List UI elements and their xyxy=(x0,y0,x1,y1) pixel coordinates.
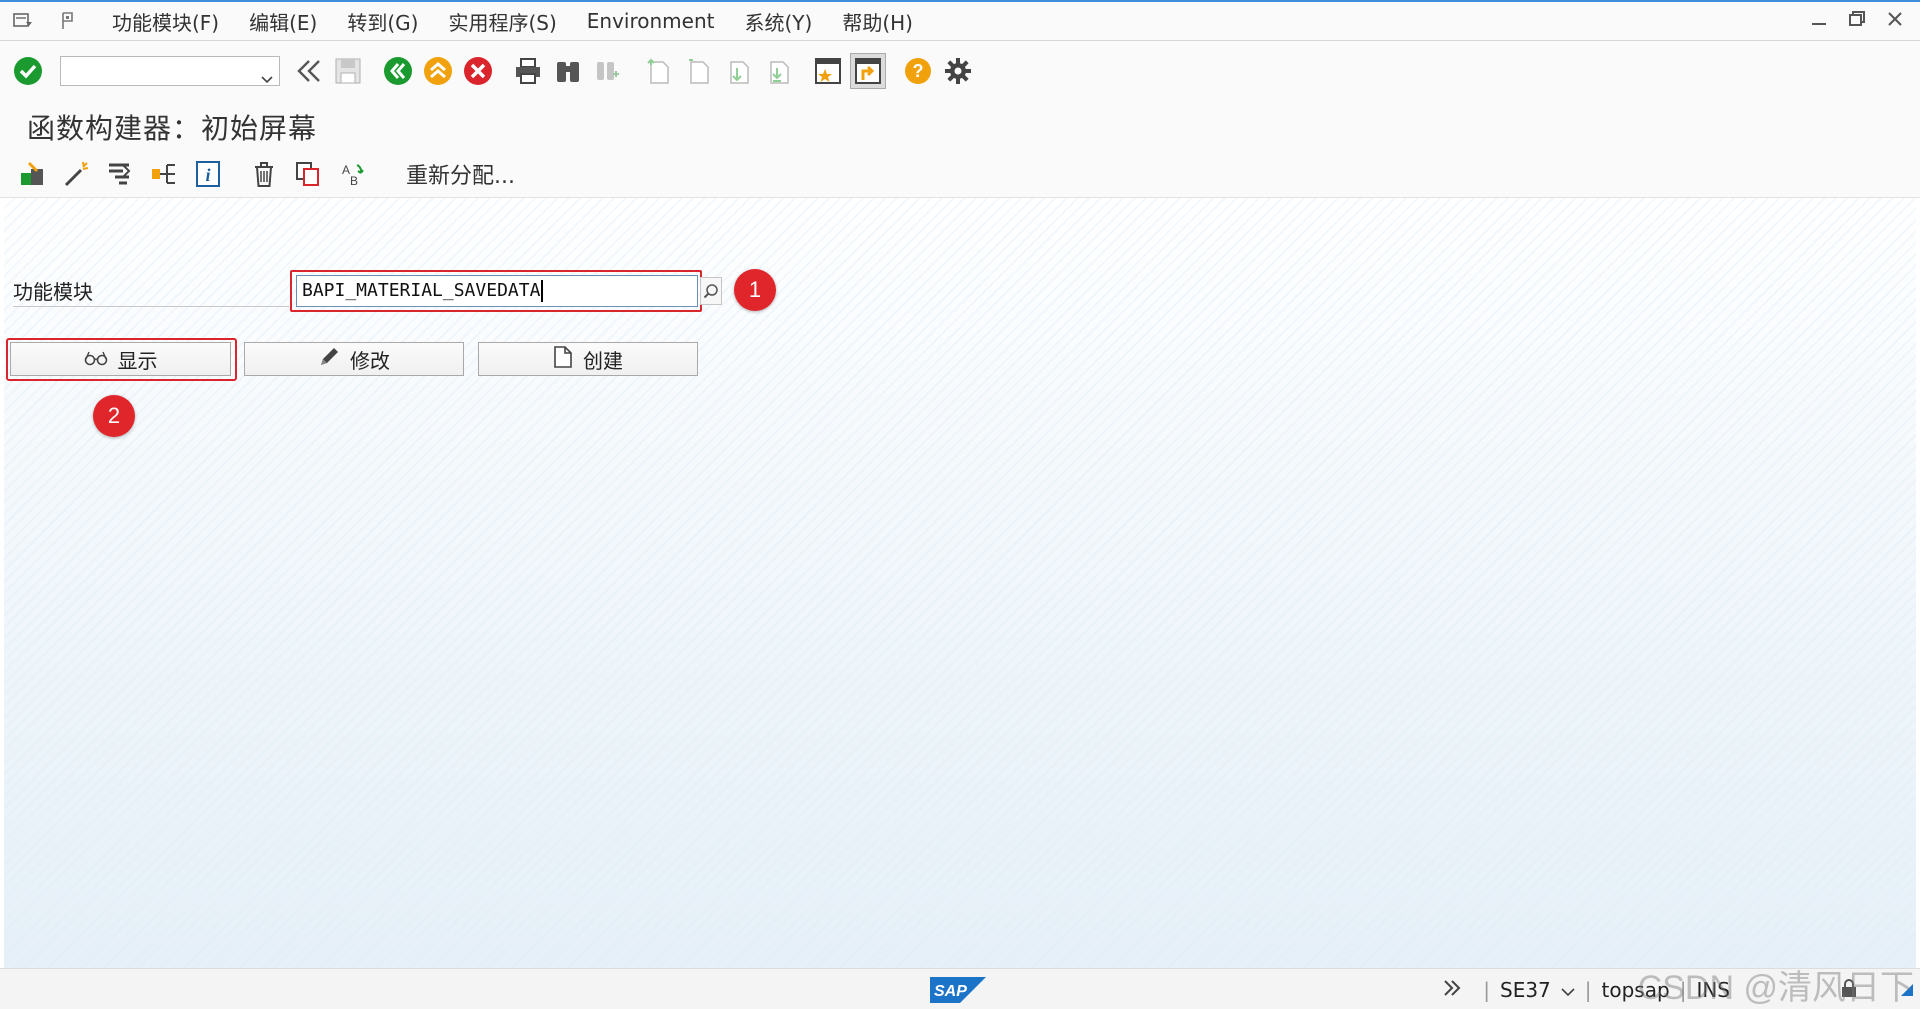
svg-text:i: i xyxy=(205,165,210,185)
change-button[interactable]: 修改 xyxy=(244,342,464,376)
function-module-input[interactable]: BAPI_MATERIAL_SAVEDATA xyxy=(296,275,698,307)
pencil-icon xyxy=(318,346,340,373)
magic-wand-icon[interactable] xyxy=(58,156,94,192)
back-icon[interactable] xyxy=(380,53,416,89)
menu-help[interactable]: 帮助(H) xyxy=(842,7,913,36)
next-page-icon[interactable] xyxy=(720,53,756,89)
collapse-command-icon[interactable] xyxy=(290,53,326,89)
change-button-label: 修改 xyxy=(350,348,390,373)
menu-system[interactable]: 系统(Y) xyxy=(745,7,813,36)
info-icon[interactable]: i xyxy=(190,156,226,192)
page-title: 函数构建器：初始屏幕 xyxy=(27,112,318,145)
generate-shortcut-icon[interactable] xyxy=(850,53,886,89)
step-badge-2: 2 xyxy=(93,395,135,437)
menu-utilities[interactable]: 实用程序(S) xyxy=(448,7,556,36)
print-icon[interactable] xyxy=(510,53,546,89)
window-controls xyxy=(1808,8,1906,30)
enter-check-icon[interactable] xyxy=(10,53,46,89)
glasses-icon xyxy=(84,347,108,371)
reassign-button[interactable]: 重新分配... xyxy=(406,158,515,190)
delete-icon[interactable] xyxy=(246,156,282,192)
minimize-icon[interactable] xyxy=(1808,8,1830,30)
value-help-search-icon[interactable] xyxy=(700,277,722,305)
new-document-icon xyxy=(553,345,573,374)
command-field[interactable] xyxy=(60,56,280,86)
window-menu-icon[interactable] xyxy=(10,11,36,31)
menu-function-module[interactable]: 功能模块(F) xyxy=(112,7,219,36)
status-divider: | xyxy=(1584,978,1592,1002)
where-used-icon[interactable] xyxy=(102,156,138,192)
application-toolbar: i AB 重新分配... xyxy=(0,151,1920,198)
transaction-chevron-icon[interactable] xyxy=(1561,978,1575,1002)
customize-layout-icon[interactable] xyxy=(56,11,82,31)
display-button[interactable]: 显示 xyxy=(10,342,231,376)
menu-bar: 功能模块(F) 编辑(E) 转到(G) 实用程序(S) Environment … xyxy=(0,2,1920,41)
step-badge-1: 1 xyxy=(734,269,776,311)
transaction-code: SE37 xyxy=(1500,978,1551,1002)
text-caret xyxy=(541,280,544,302)
chevron-down-icon[interactable] xyxy=(261,66,273,96)
find-icon[interactable] xyxy=(550,53,586,89)
last-page-icon[interactable] xyxy=(760,53,796,89)
status-bar: SAP | SE37 | topsap | INS xyxy=(0,968,1920,1009)
close-icon[interactable] xyxy=(1884,8,1906,30)
restore-icon[interactable] xyxy=(1846,8,1868,30)
menu-environment[interactable]: Environment xyxy=(587,9,715,33)
find-next-icon[interactable] xyxy=(590,53,626,89)
main-content-area xyxy=(4,198,1916,968)
create-button[interactable]: 创建 xyxy=(478,342,698,376)
help-icon[interactable]: ? xyxy=(900,53,936,89)
standard-toolbar: ? xyxy=(0,41,1920,101)
function-module-value: BAPI_MATERIAL_SAVEDATA xyxy=(302,280,541,301)
save-icon[interactable] xyxy=(330,53,366,89)
status-divider: | xyxy=(1483,978,1490,1002)
rename-icon[interactable]: AB xyxy=(334,156,370,192)
create-button-label: 创建 xyxy=(583,348,623,373)
settings-gear-icon[interactable] xyxy=(940,53,976,89)
menu-edit[interactable]: 编辑(E) xyxy=(249,7,317,36)
svg-text:A: A xyxy=(342,163,350,177)
svg-text:?: ? xyxy=(913,61,924,81)
sap-logo: SAP xyxy=(930,977,986,1003)
title-bar: 函数构建器：初始屏幕 xyxy=(0,101,1920,151)
hierarchy-icon[interactable] xyxy=(146,156,182,192)
first-page-icon[interactable] xyxy=(640,53,676,89)
svg-text:B: B xyxy=(350,174,358,188)
function-module-label: 功能模块 xyxy=(13,278,289,307)
other-object-icon[interactable] xyxy=(14,156,50,192)
menu-goto[interactable]: 转到(G) xyxy=(347,7,418,36)
exit-icon[interactable] xyxy=(420,53,456,89)
display-button-label: 显示 xyxy=(117,348,158,373)
watermark-text: CSDN @清风日下 xyxy=(1637,969,1914,1007)
copy-icon[interactable] xyxy=(290,156,326,192)
previous-page-icon[interactable] xyxy=(680,53,716,89)
create-session-icon[interactable] xyxy=(810,53,846,89)
expand-status-icon[interactable] xyxy=(1441,978,1463,1003)
sap-logo-text: SAP xyxy=(934,983,967,1000)
cancel-icon[interactable] xyxy=(460,53,496,89)
